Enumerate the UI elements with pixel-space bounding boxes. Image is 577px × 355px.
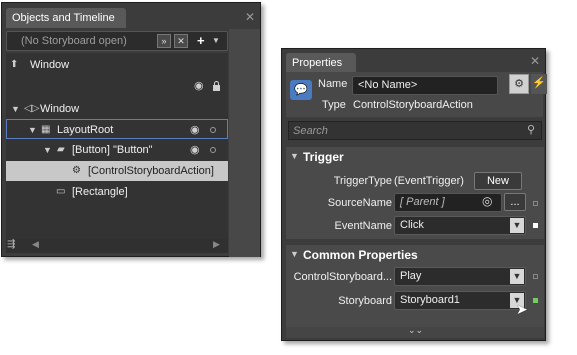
mouse-cursor-icon: ➤	[516, 301, 528, 317]
new-trigger-button[interactable]: New	[474, 172, 522, 190]
name-field[interactable]: <No Name>	[352, 76, 498, 95]
advanced-options-icon[interactable]	[533, 201, 538, 206]
tree-item-rectangle[interactable]: ▭ [Rectangle]	[6, 182, 228, 202]
chevron-down-icon[interactable]: ▼	[212, 36, 220, 45]
eye-icon[interactable]: ◉	[190, 140, 200, 160]
collapse-arrow-icon[interactable]: ▼	[290, 151, 299, 161]
expand-more-bar[interactable]: ⌄⌄	[286, 325, 544, 338]
new-storyboard-icon[interactable]: +	[197, 33, 205, 48]
root-scope-row[interactable]: ⬆ Window	[6, 55, 228, 75]
tree-item-label: [Button] "Button"	[72, 144, 153, 156]
section-title: Trigger	[303, 150, 344, 164]
collapse-arrow-icon[interactable]: ▼	[43, 140, 52, 160]
search-input[interactable]: Search	[288, 121, 542, 140]
event-name-label: EventName	[334, 220, 392, 232]
storyboard-dropdown-icon[interactable]: »	[157, 34, 171, 48]
collapse-arrow-icon[interactable]: ▼	[28, 120, 37, 140]
zoom-icon[interactable]: ⇶	[7, 239, 15, 250]
rectangle-icon: ▭	[56, 186, 66, 197]
collapse-arrow-icon[interactable]: ▼	[290, 249, 299, 259]
type-label: Type	[322, 99, 346, 111]
chevron-down-icon[interactable]: ▼	[510, 269, 524, 284]
storyboard-picker[interactable]: (No Storyboard open) » ✕ + ▼	[6, 31, 228, 51]
target-picker-icon[interactable]: ◎	[482, 194, 492, 208]
tree-item-window[interactable]: ▼ ◁▷ Window	[6, 99, 228, 119]
advanced-options-icon[interactable]	[533, 274, 538, 279]
eye-icon[interactable]: ◉	[190, 120, 200, 140]
behavior-icon: 💬	[290, 80, 312, 100]
behavior-gear-icon: ⚙	[72, 165, 81, 176]
storyboard-value: Storyboard1	[400, 294, 460, 306]
tree-item-controlstoryboardaction[interactable]: ⚙ [ControlStoryboardAction]	[6, 161, 228, 181]
control-storyboard-option-dropdown[interactable]: Play ▼	[394, 267, 526, 286]
control-storyboard-option-value: Play	[400, 270, 422, 282]
tree-item-label: [Rectangle]	[72, 186, 128, 198]
common-properties-section: ▼ Common Properties ControlStoryboard...…	[286, 245, 544, 327]
close-icon[interactable]: ✕	[530, 54, 540, 68]
properties-panel: Properties ✕ 💬 Name <No Name> Type Contr…	[281, 48, 547, 341]
eye-icon[interactable]: ◉	[194, 79, 204, 92]
event-name-value: Click	[400, 219, 424, 231]
properties-header: 💬 Name <No Name> Type ControlStoryboardA…	[286, 72, 547, 117]
storyboard-label: (No Storyboard open)	[21, 35, 127, 47]
up-arrow-icon[interactable]: ⬆	[10, 55, 18, 75]
storyboard-label: Storyboard	[338, 295, 392, 307]
tree-item-label: Window	[40, 103, 80, 115]
collapse-arrow-icon[interactable]: ▼	[11, 99, 20, 119]
scroll-left-icon[interactable]: ◀	[32, 239, 39, 250]
double-chevron-down-icon[interactable]: ⌄⌄	[408, 325, 423, 336]
objects-and-timeline-panel: Objects and Timeline ✕ (No Storyboard op…	[1, 2, 261, 257]
storyboard-dropdown[interactable]: Storyboard1 ▼	[394, 291, 526, 310]
control-storyboard-option-label: ControlStoryboard...	[293, 271, 392, 283]
timeline-area[interactable]	[229, 29, 260, 257]
panel-title[interactable]: Objects and Timeline	[6, 8, 126, 28]
tree-item-layoutroot[interactable]: ▼ ▦ LayoutRoot ◉	[6, 119, 228, 139]
lock-toggle-icon[interactable]	[210, 127, 216, 133]
panel-title[interactable]: Properties	[286, 53, 356, 73]
timeline-scrollbar[interactable]: ⇶ ◀ ▶	[6, 239, 228, 253]
section-title: Common Properties	[303, 248, 418, 262]
tree-item-label: [ControlStoryboardAction]	[88, 165, 214, 177]
properties-view-icon[interactable]: ⚙	[509, 74, 529, 94]
advanced-options-icon[interactable]	[533, 223, 538, 228]
advanced-options-icon[interactable]	[533, 298, 538, 303]
button-icon: ▰	[57, 144, 65, 155]
search-icon[interactable]: ⚲	[527, 123, 535, 136]
lock-toggle-icon[interactable]	[210, 147, 216, 153]
trigger-section: ▼ Trigger TriggerType (EventTrigger) New…	[286, 147, 544, 239]
events-view-icon[interactable]: ⚡	[531, 74, 547, 94]
browse-button[interactable]: ...	[504, 193, 526, 211]
tree-item-button[interactable]: ▼ ▰ [Button] "Button" ◉	[6, 140, 228, 160]
object-tree: ⬆ Window ◉ ▼ ◁▷ Window ▼ ▦ LayoutRoot ◉ …	[6, 53, 228, 239]
trigger-type-label: TriggerType	[333, 175, 392, 187]
type-value: ControlStoryboardAction	[353, 99, 473, 111]
grid-icon: ▦	[41, 124, 51, 135]
lock-icon[interactable]	[213, 81, 220, 91]
trigger-type-value: (EventTrigger)	[394, 175, 464, 187]
event-name-dropdown[interactable]: Click ▼	[394, 216, 526, 235]
close-icon[interactable]: ✕	[245, 10, 255, 24]
root-label: Window	[30, 59, 70, 71]
tree-item-label: LayoutRoot	[57, 124, 114, 136]
window-icon: ◁▷	[24, 103, 40, 114]
chevron-down-icon[interactable]: ▼	[510, 218, 524, 233]
source-name-label: SourceName	[327, 197, 392, 209]
name-label: Name	[318, 78, 348, 90]
scroll-right-icon[interactable]: ▶	[213, 239, 220, 250]
close-storyboard-icon[interactable]: ✕	[174, 34, 188, 48]
